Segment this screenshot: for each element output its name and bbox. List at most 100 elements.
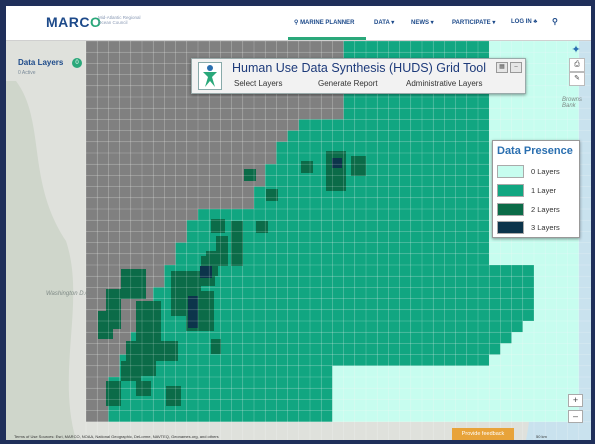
grid-cell [97, 253, 109, 265]
grid-cell [354, 41, 366, 53]
grid-cell [366, 253, 378, 265]
grid-cell [399, 321, 411, 333]
data-presence-legend: Data Presence 0 Layers 1 Layer 2 Layers … [492, 140, 580, 238]
grid-cell [231, 354, 243, 366]
grid-cell [97, 242, 109, 254]
grid-cell [186, 332, 198, 344]
grid-cell [186, 141, 198, 153]
grid-cell [298, 332, 310, 344]
grid-cell [108, 365, 120, 377]
grid-cell [276, 253, 288, 265]
grid-cell [444, 276, 456, 288]
grid-cell [455, 186, 467, 198]
grid-cell [478, 287, 490, 299]
grid-cell [478, 108, 490, 120]
nav-marine-planner-label: MARINE PLANNER [300, 20, 355, 26]
grid-cell [511, 332, 523, 344]
grid-cell [433, 164, 445, 176]
grid-cell [321, 377, 333, 389]
panel-minimize-icon[interactable]: – [510, 62, 522, 73]
grid-cell [444, 130, 456, 142]
grid-cell [231, 97, 243, 109]
grid-cell [276, 186, 288, 198]
grid-cell [130, 141, 142, 153]
grid-cell [119, 164, 131, 176]
grid-cell [231, 141, 243, 153]
legend-swatch-0 [497, 165, 524, 178]
nav-participate[interactable]: PARTICIPATE ▾ [452, 19, 495, 26]
nav-news[interactable]: NEWS ▾ [411, 19, 434, 26]
nav-login[interactable]: LOG IN ♣ [511, 19, 537, 25]
grid-cell [399, 276, 411, 288]
grid-cell [97, 220, 109, 232]
grid-cell [175, 231, 187, 243]
grid-cell [422, 287, 434, 299]
grid-cell [321, 97, 333, 109]
grid-cell [354, 377, 366, 389]
grid-cell [108, 85, 120, 97]
grid-cell [86, 175, 98, 187]
grid-cell [354, 242, 366, 254]
grid-cell [388, 298, 400, 310]
nav-marine-planner[interactable]: ⚲ MARINE PLANNER [294, 19, 354, 26]
grid-cell [478, 231, 490, 243]
grid-cell [153, 186, 165, 198]
grid-cell [489, 343, 501, 355]
grid-cell [388, 287, 400, 299]
huds-tool-toggle-icon[interactable]: ✦ [569, 44, 583, 56]
logo-text: MARC [46, 14, 90, 30]
grid-cell [556, 298, 568, 310]
grid-cell [388, 332, 400, 344]
zoom-in-button[interactable]: + [568, 394, 583, 407]
grid-cell [410, 287, 422, 299]
search-icon[interactable]: ⚲ [552, 17, 558, 26]
grid-cell [433, 41, 445, 53]
share-icon[interactable]: ✎ [569, 72, 585, 86]
grid-cell [343, 209, 355, 221]
grid-cell [242, 321, 254, 333]
grid-cell [366, 365, 378, 377]
grid-cell [231, 343, 243, 355]
data-layers-button[interactable]: Data Layers [18, 58, 63, 67]
grid-cell [198, 97, 210, 109]
grid-cell [410, 186, 422, 198]
generate-report-menu[interactable]: Generate Report [318, 79, 378, 88]
grid-cell [97, 209, 109, 221]
grid-cell [422, 365, 434, 377]
grid-cell [310, 399, 322, 411]
logo-tagline: Mid-Atlantic Regional Ocean Council [98, 15, 141, 25]
grid-cell [343, 287, 355, 299]
grid-cell [298, 253, 310, 265]
data-layers-count-badge[interactable]: 0 [72, 58, 82, 68]
panel-grid-icon[interactable]: ▦ [496, 62, 508, 73]
legend-item-0: 0 Layers [497, 165, 577, 179]
grid-cell [108, 164, 120, 176]
administrative-layers-menu[interactable]: Administrative Layers [406, 79, 482, 88]
legend-label-2: 2 Layers [531, 205, 560, 214]
grid-cell [343, 197, 355, 209]
grid-cell [287, 108, 299, 120]
map-canvas[interactable]: Washington D.C. Browns Bank [6, 41, 591, 440]
grid-cell [142, 164, 154, 176]
zoom-out-button[interactable]: – [568, 410, 583, 423]
grid-cell [500, 365, 512, 377]
grid-cell [209, 388, 221, 400]
grid-cell [377, 164, 389, 176]
grid-cell [254, 321, 266, 333]
grid-cell [86, 399, 98, 411]
grid-cell [433, 119, 445, 131]
grid-cell [366, 186, 378, 198]
grid-cell [366, 265, 378, 277]
select-layers-menu[interactable]: Select Layers [234, 79, 282, 88]
nav-data[interactable]: DATA ▾ [374, 19, 394, 26]
grid-cell [142, 220, 154, 232]
grid-cell [388, 141, 400, 153]
grid-cell [310, 197, 322, 209]
marco-logo[interactable]: MARCO [46, 14, 101, 30]
grid-cell [522, 343, 534, 355]
grid-cell [321, 399, 333, 411]
grid-cell [156, 341, 178, 361]
grid-cell [332, 253, 344, 265]
provide-feedback-button[interactable]: Provide feedback [452, 428, 514, 440]
print-icon[interactable]: ⎙ [569, 58, 585, 72]
